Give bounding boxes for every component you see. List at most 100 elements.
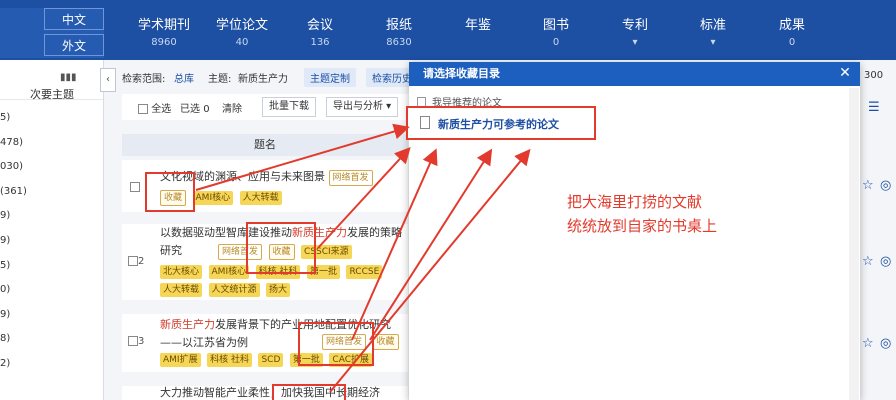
nav-journals[interactable]: 学术期刊 8960 <box>129 14 199 48</box>
nav-count: 8960 <box>151 37 177 48</box>
nav-count: 0 <box>788 37 796 48</box>
favorite-icon[interactable]: ☆ <box>862 178 874 193</box>
annotation-box <box>272 384 346 400</box>
list-view-icon[interactable]: ☰ <box>868 100 880 115</box>
nav-label: 报纸 <box>385 18 412 33</box>
nav-count: 8630 <box>386 37 412 48</box>
sidebar-header: ▮▮▮ 次要主题 <box>0 60 103 102</box>
list-item[interactable]: 5) <box>0 112 103 137</box>
list-item[interactable]: 9) <box>0 210 103 235</box>
scope-label: 检索范围: <box>122 74 166 85</box>
list-item[interactable]: (361) <box>0 186 103 211</box>
row-checkbox[interactable] <box>128 336 138 346</box>
select-all-checkbox[interactable]: 全选 <box>138 100 171 115</box>
title-highlight: 新质生产力 <box>160 318 215 331</box>
tab-secondary-topic[interactable]: 次要主题 <box>30 86 74 102</box>
title-text: 大力推动智能产业柔性，加快我国中长期经济 <box>160 386 380 399</box>
nav-label: 会议 <box>306 18 333 33</box>
collapse-sidebar-button[interactable]: ‹ <box>100 68 116 92</box>
nav-label: 成果 <box>778 18 805 33</box>
close-icon[interactable]: ✕ <box>836 64 854 82</box>
nav-standards[interactable]: 标准 ▾ <box>678 14 748 48</box>
checkbox-icon <box>138 104 148 114</box>
list-item[interactable]: 8) <box>0 333 103 358</box>
selected-label: 已选 0 <box>180 100 210 115</box>
result-toolbar: 全选 已选 0 清除 批量下载 导出与分析 ▾ <box>122 94 422 120</box>
nav-count: 136 <box>310 37 330 48</box>
nav-newspaper[interactable]: 报纸 8630 <box>364 14 434 48</box>
title-column-header[interactable]: 题名 <box>122 134 408 156</box>
chevron-down-icon: ▾ <box>632 37 638 48</box>
list-item[interactable]: 2) <box>0 358 103 383</box>
annotation-box <box>246 222 316 274</box>
index-badge: 人大转载 <box>239 191 282 205</box>
chevron-down-icon: ▾ <box>710 37 716 48</box>
cite-icon[interactable]: ◎ <box>880 336 891 351</box>
nav-label: 年鉴 <box>464 18 491 33</box>
nav-count: 40 <box>235 37 249 48</box>
select-all-label: 全选 <box>151 104 172 115</box>
badge-row: 收藏 AMI核心 人大转载 <box>160 188 410 206</box>
nav-achievements[interactable]: 成果 0 <box>757 14 827 48</box>
annotation-caption: 把大海里打捞的文献 统统放到自家的书桌上 <box>567 190 717 238</box>
nav-theses[interactable]: 学位论文 40 <box>207 14 277 48</box>
nav-conference[interactable]: 会议 136 <box>285 14 355 48</box>
index-badge: 北大核心 <box>160 265 203 279</box>
row-number-text: 3 <box>138 336 145 347</box>
index-badge: 人文统计源 <box>208 283 260 297</box>
clear-button[interactable]: 清除 <box>222 100 242 115</box>
nav-books[interactable]: 图书 0 <box>521 14 591 48</box>
nav-label: 学位论文 <box>215 18 268 33</box>
nav-count: 0 <box>552 37 560 48</box>
cite-icon[interactable]: ◎ <box>880 254 891 269</box>
favorite-icon[interactable]: ☆ <box>862 336 874 351</box>
cite-icon[interactable]: ◎ <box>880 178 891 193</box>
facet-list: 5) 478) 030) (361) 9) 9) 5) 0) 9) 8) 2) <box>0 100 103 383</box>
list-item[interactable]: 5) <box>0 260 103 285</box>
dialog-header: 请选择收藏目录 ✕ <box>409 62 860 86</box>
row-checkbox[interactable] <box>130 182 140 192</box>
badge-row: 人大转载 人文统计源 扬大 <box>160 280 410 298</box>
list-item[interactable]: 9) <box>0 235 103 260</box>
scope-value[interactable]: 总库 <box>174 70 194 85</box>
table-row: 大力推动智能产业柔性，加快我国中长期经济 <box>122 386 408 400</box>
index-badge: AMI扩展 <box>160 353 201 367</box>
list-item[interactable]: 9) <box>0 309 103 334</box>
list-item[interactable]: 0) <box>0 284 103 309</box>
row-checkbox[interactable] <box>128 256 138 266</box>
list-item[interactable]: 478) <box>0 137 103 162</box>
bar-chart-icon[interactable]: ▮▮▮ <box>60 72 77 83</box>
result-title[interactable]: 文化视域的渊源、应用与未来图景 网络首发 <box>160 168 410 186</box>
online-first-badge: 网络首发 <box>328 170 373 186</box>
folder-item-selected[interactable]: 新质生产力可参考的论文 <box>406 106 596 140</box>
nav-label: 图书 <box>542 18 569 33</box>
dialog-scrollbar[interactable] <box>849 88 859 400</box>
favorite-icon[interactable]: ☆ <box>862 254 874 269</box>
export-analyze-button[interactable]: 导出与分析 ▾ <box>326 97 399 117</box>
index-badge: AMI核心 <box>192 191 234 205</box>
result-count: 300 <box>864 70 884 81</box>
selected-count: 0 <box>203 104 210 115</box>
favorite-button[interactable]: 收藏 <box>372 334 399 350</box>
index-badge: SCD <box>258 353 284 367</box>
topic-custom-button[interactable]: 主题定制 <box>304 68 356 87</box>
lang-chinese-button[interactable]: 中文 <box>44 8 104 30</box>
facet-sidebar: ▮▮▮ 次要主题 5) 478) 030) (361) 9) 9) 5) 0) … <box>0 60 116 400</box>
lang-foreign-button[interactable]: 外文 <box>44 34 104 56</box>
top-nav-bar: 中文 外文 学术期刊 8960 学位论文 40 会议 136 报纸 8630 年鉴 图书… <box>0 0 896 60</box>
index-badge: AMI核心 <box>208 265 250 279</box>
topic-value: 新质生产力 <box>238 74 288 85</box>
caption-line: 把大海里打捞的文献 <box>567 193 703 211</box>
nav-patents[interactable]: 专利 ▾ <box>600 14 670 48</box>
list-item[interactable]: 030) <box>0 161 103 186</box>
caption-line: 统统放到自家的书桌上 <box>567 217 718 235</box>
index-badge: 科核 社科 <box>207 353 252 367</box>
nav-yearbook[interactable]: 年鉴 <box>443 14 513 37</box>
row-number: 3 <box>128 336 144 347</box>
annotation-box <box>298 322 374 366</box>
annotation-box <box>145 172 195 212</box>
topic-label: 主题: <box>208 74 232 85</box>
nav-label: 学术期刊 <box>137 18 190 33</box>
batch-download-button[interactable]: 批量下载 <box>262 97 316 117</box>
document-icon <box>420 116 430 129</box>
